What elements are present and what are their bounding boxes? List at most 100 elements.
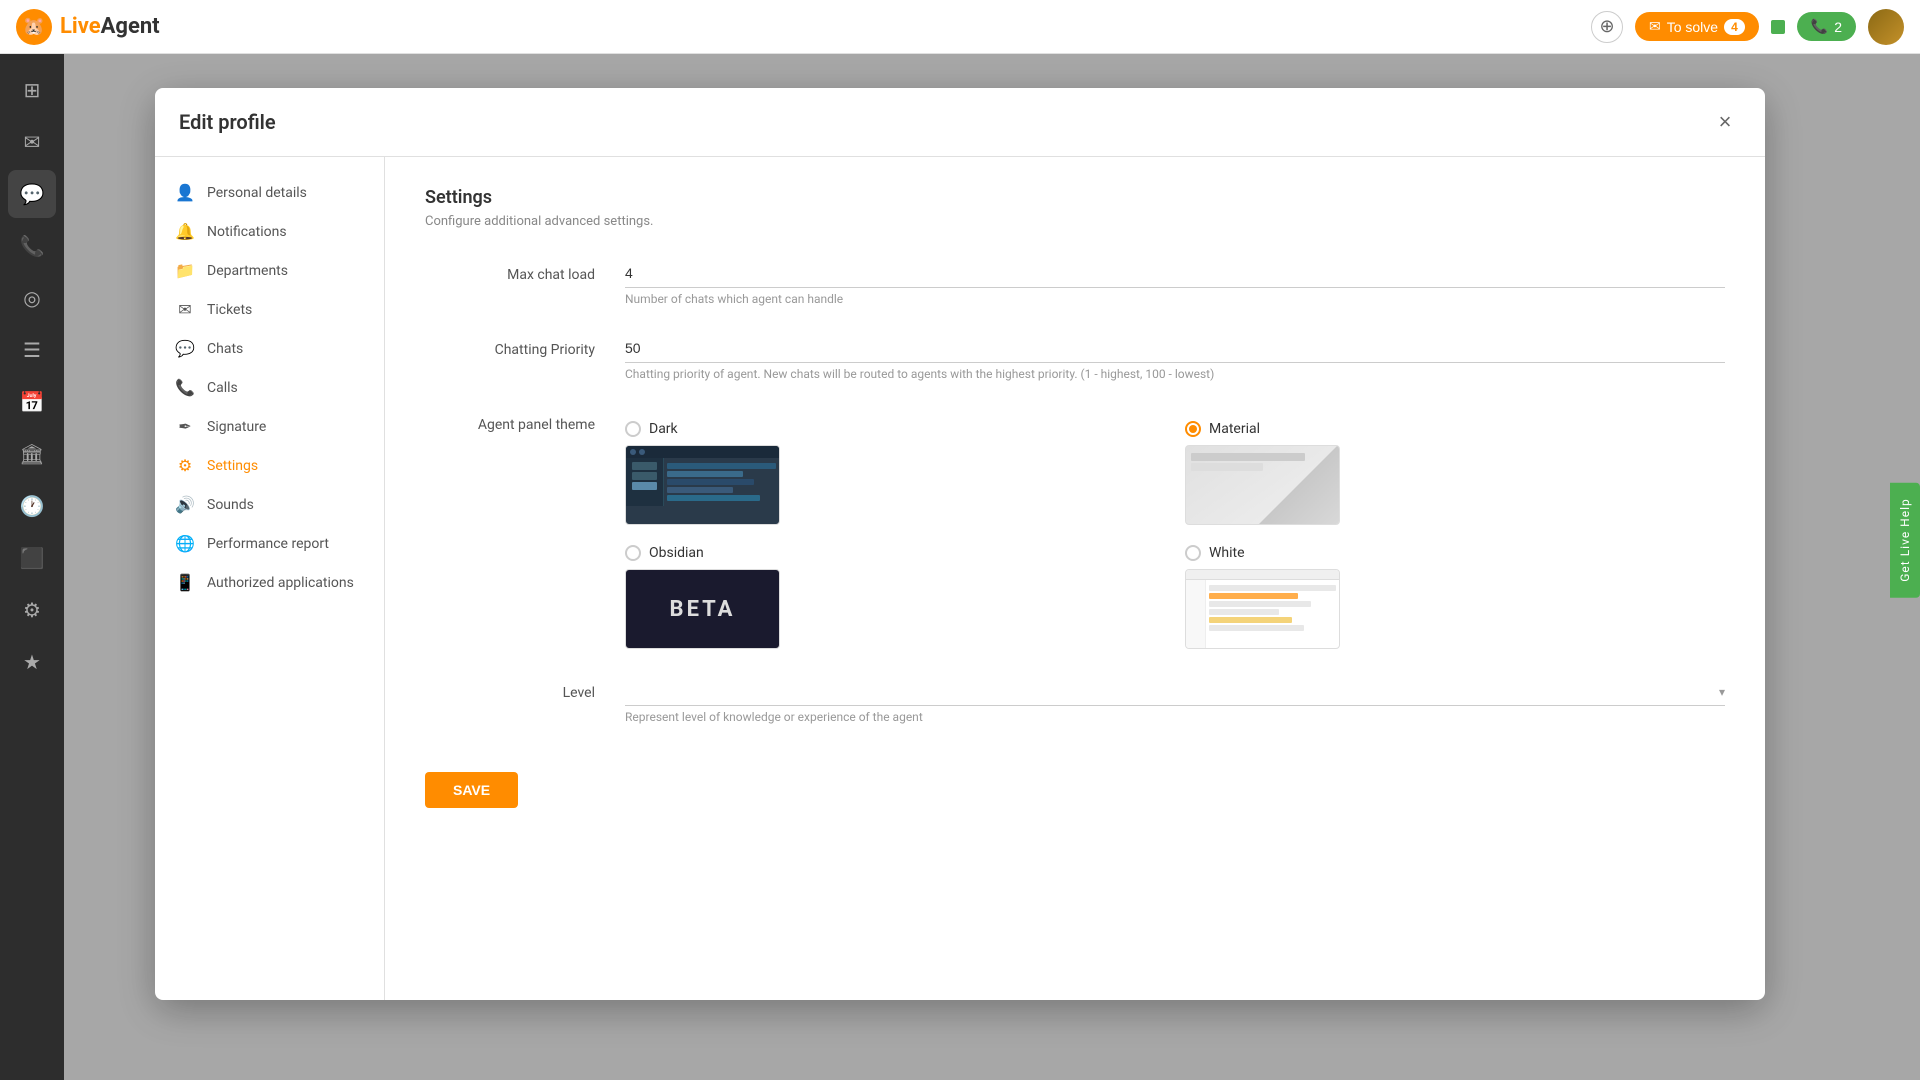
level-select[interactable] (625, 677, 1725, 706)
theme-label-obsidian: Obsidian (649, 545, 704, 561)
call-count: 2 (1834, 19, 1842, 35)
live-help-button[interactable]: Get Live Help (1890, 482, 1920, 597)
nav-item-performance[interactable]: 🌐 Performance report (155, 524, 384, 563)
nav-label-settings: Settings (207, 458, 258, 474)
radio-dark[interactable] (625, 421, 641, 437)
nav-item-chats[interactable]: 💬 Chats (155, 329, 384, 368)
theme-preview-white[interactable] (1185, 569, 1340, 649)
sidebar-item-email[interactable]: ✉ (8, 118, 56, 166)
level-label: Level (425, 677, 625, 701)
modal-nav: 👤 Personal details 🔔 Notifications 📁 Dep… (155, 157, 385, 1000)
sidebar-item-star[interactable]: ★ (8, 638, 56, 686)
nav-item-tickets[interactable]: ✉ Tickets (155, 290, 384, 329)
max-chat-load-label: Max chat load (425, 259, 625, 283)
to-solve-badge: 4 (1724, 19, 1745, 35)
modal-title: Edit profile (179, 110, 276, 134)
modal-content: Settings Configure additional advanced s… (385, 157, 1765, 1000)
nav-label-notifications: Notifications (207, 224, 287, 240)
edit-profile-modal: Edit profile × 👤 Personal details 🔔 Noti… (155, 88, 1765, 1000)
theme-label-dark: Dark (649, 421, 678, 437)
nav-label-performance: Performance report (207, 536, 329, 552)
avatar[interactable] (1868, 9, 1904, 45)
settings-icon: ⚙ (175, 456, 195, 475)
max-chat-load-control: Number of chats which agent can handle (625, 259, 1725, 306)
globe-icon: 🌐 (175, 534, 195, 553)
sidebar-item-calendar[interactable]: 📅 (8, 378, 56, 426)
call-button[interactable]: 📞 2 (1797, 12, 1856, 41)
sidebar-item-reports[interactable]: ◎ (8, 274, 56, 322)
theme-preview-material[interactable] (1185, 445, 1340, 525)
sidebar-item-tickets[interactable]: ☰ (8, 326, 56, 374)
agent-panel-theme-row: Agent panel theme Dark (425, 409, 1725, 649)
theme-control: Dark (625, 409, 1725, 649)
theme-option-dark: Dark (625, 421, 1165, 525)
to-solve-button[interactable]: ✉ To solve 4 (1635, 12, 1759, 41)
level-hint: Represent level of knowledge or experien… (625, 710, 1725, 724)
save-button[interactable]: SAVE (425, 772, 518, 808)
nav-item-notifications[interactable]: 🔔 Notifications (155, 212, 384, 251)
sidebar-item-phone[interactable]: 📞 (8, 222, 56, 270)
nav-label-departments: Departments (207, 263, 288, 279)
chatting-priority-input[interactable] (625, 334, 1725, 363)
nav-label-authorized: Authorized applications (207, 575, 354, 591)
sidebar-item-settings[interactable]: ⚙ (8, 586, 56, 634)
navbar-right: ⊕ ✉ To solve 4 📞 2 (1591, 9, 1904, 45)
theme-radio-obsidian[interactable]: Obsidian (625, 545, 1165, 561)
nav-label-signature: Signature (207, 419, 266, 435)
theme-radio-material[interactable]: Material (1185, 421, 1725, 437)
modal-body: 👤 Personal details 🔔 Notifications 📁 Dep… (155, 157, 1765, 1000)
bell-icon: 🔔 (175, 222, 195, 241)
chat-icon: 💬 (175, 339, 195, 358)
nav-label-personal: Personal details (207, 185, 307, 201)
theme-grid: Dark (625, 421, 1725, 649)
theme-radio-white[interactable]: White (1185, 545, 1725, 561)
mobile-icon: 📱 (175, 573, 195, 592)
settings-subtitle: Configure additional advanced settings. (425, 214, 1725, 229)
nav-item-sounds[interactable]: 🔊 Sounds (155, 485, 384, 524)
nav-label-calls: Calls (207, 380, 238, 396)
to-solve-label: To solve (1667, 19, 1718, 35)
navbar: 🐹 LiveAgent ⊕ ✉ To solve 4 📞 2 (0, 0, 1920, 54)
nav-item-authorized[interactable]: 📱 Authorized applications (155, 563, 384, 602)
theme-option-material: Material (1185, 421, 1725, 525)
radio-material[interactable] (1185, 421, 1201, 437)
settings-title: Settings (425, 187, 1725, 208)
theme-radio-dark[interactable]: Dark (625, 421, 1165, 437)
chatting-priority-control: Chatting priority of agent. New chats wi… (625, 334, 1725, 381)
sidebar-item-clock[interactable]: 🕐 (8, 482, 56, 530)
sidebar-item-dashboard[interactable]: ⊞ (8, 66, 56, 114)
mail-icon: ✉ (175, 300, 195, 319)
theme-label-white: White (1209, 545, 1245, 561)
max-chat-load-input[interactable] (625, 259, 1725, 288)
add-button[interactable]: ⊕ (1591, 11, 1623, 43)
theme-option-white: White (1185, 545, 1725, 649)
radio-obsidian[interactable] (625, 545, 641, 561)
chatting-priority-row: Chatting Priority Chatting priority of a… (425, 334, 1725, 381)
theme-preview-obsidian[interactable]: BETA (625, 569, 780, 649)
nav-item-settings[interactable]: ⚙ Settings (155, 446, 384, 485)
nav-item-personal[interactable]: 👤 Personal details (155, 173, 384, 212)
level-dropdown-wrapper: ▾ (625, 677, 1725, 706)
folder-icon: 📁 (175, 261, 195, 280)
phone-icon: 📞 (175, 378, 195, 397)
radio-white[interactable] (1185, 545, 1201, 561)
nav-item-departments[interactable]: 📁 Departments (155, 251, 384, 290)
signature-icon: ✒ (175, 417, 195, 436)
sidebar-item-customers[interactable]: 🏛 (8, 430, 56, 478)
status-indicator (1771, 20, 1785, 34)
sidebar-item-building[interactable]: ⬛ (8, 534, 56, 582)
sidebar: ⊞ ✉ 💬 📞 ◎ ☰ 📅 🏛 🕐 ⬛ ⚙ ★ (0, 54, 64, 1080)
nav-item-signature[interactable]: ✒ Signature (155, 407, 384, 446)
theme-label-material: Material (1209, 421, 1260, 437)
max-chat-load-hint: Number of chats which agent can handle (625, 292, 1725, 306)
theme-preview-dark[interactable] (625, 445, 780, 525)
level-control: ▾ Represent level of knowledge or experi… (625, 677, 1725, 724)
nav-item-calls[interactable]: 📞 Calls (155, 368, 384, 407)
logo-icon: 🐹 (16, 9, 52, 45)
agent-panel-theme-label: Agent panel theme (425, 409, 625, 433)
beta-label: BETA (670, 597, 736, 622)
nav-label-chats: Chats (207, 341, 243, 357)
nav-label-sounds: Sounds (207, 497, 254, 513)
sidebar-item-chat[interactable]: 💬 (8, 170, 56, 218)
modal-close-button[interactable]: × (1709, 106, 1741, 138)
